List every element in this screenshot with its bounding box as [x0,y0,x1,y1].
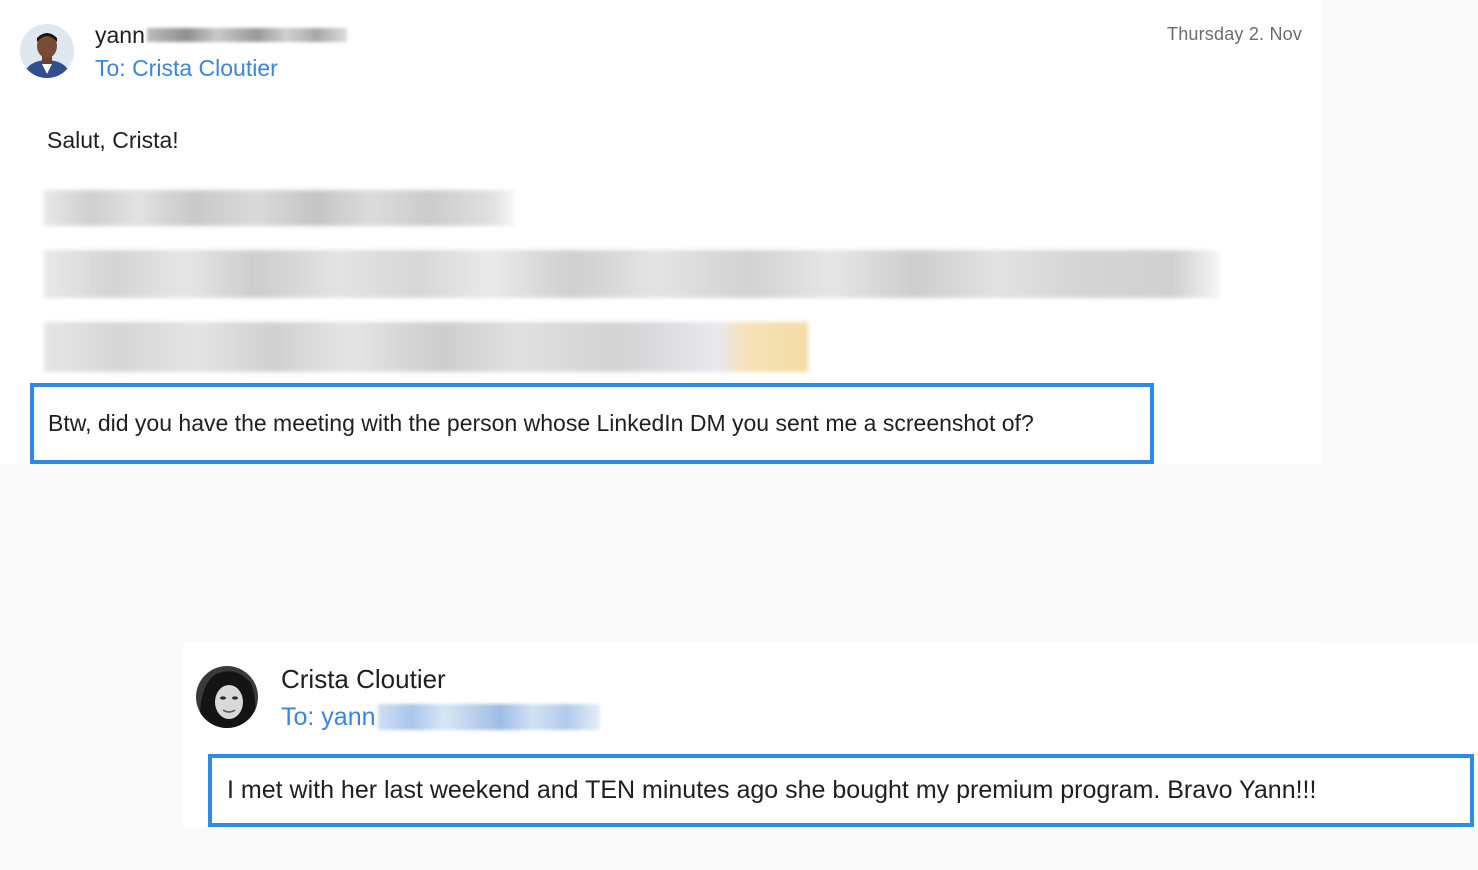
redacted-text-line [44,190,514,226]
redacted-text-line [44,250,1220,298]
redacted-text-line [44,322,808,372]
highlighted-message-question: Btw, did you have the meeting with the p… [30,383,1154,464]
email-greeting: Salut, Crista! [47,127,179,153]
sender-name: yann [95,21,145,48]
highlighted-message-reply: I met with her last weekend and TEN minu… [208,754,1474,827]
sender-avatar-crista[interactable] [196,666,258,728]
redacted-email-address [377,704,600,730]
sender-name: Crista Cloutier [281,664,446,694]
recipient-line[interactable]: To: Crista Cloutier [95,55,278,82]
message-reply-text: I met with her last weekend and TEN minu… [227,776,1317,804]
recipient-line[interactable]: To: yann [281,703,376,732]
message-question-text: Btw, did you have the meeting with the p… [48,410,1034,436]
sender-avatar-yann[interactable] [20,24,74,78]
redacted-email-address [146,28,347,42]
email-date: Thursday 2. Nov [1167,24,1303,44]
background-strip [1322,0,1478,643]
